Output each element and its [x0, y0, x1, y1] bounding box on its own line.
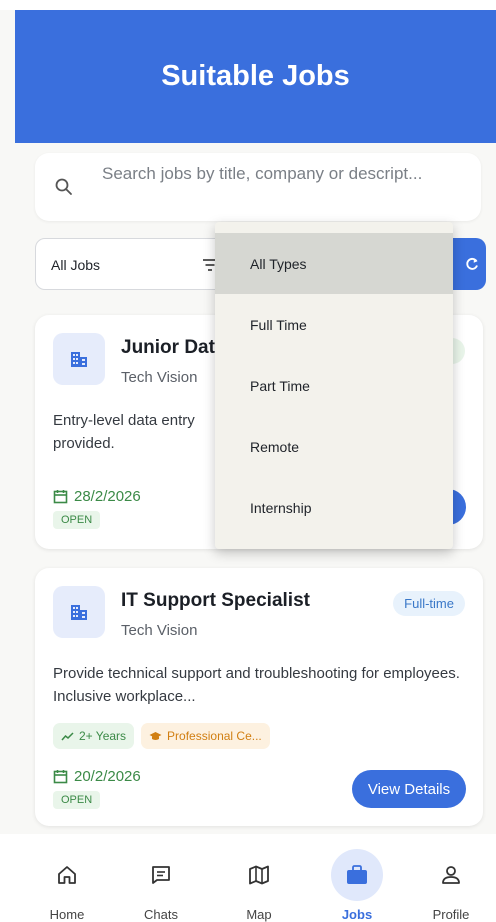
chat-icon-wrap [135, 849, 187, 901]
trending-up-icon [61, 731, 74, 740]
nav-label-chats: Chats [144, 907, 178, 922]
company-logo [53, 586, 105, 638]
profile-icon [442, 866, 460, 884]
home-icon-wrap [41, 849, 93, 901]
experience-tag: 2+ Years [53, 723, 135, 749]
view-details-button[interactable]: View Details [352, 770, 466, 808]
menu-item-part-time[interactable]: Part Time [215, 355, 453, 416]
job-card[interactable]: IT Support Specialist Tech Vision Full-t… [35, 568, 483, 826]
calendar-icon [53, 490, 68, 504]
company-name: Tech Vision [121, 622, 198, 639]
map-icon-wrap [233, 849, 285, 901]
job-description: Entry-level data entry provided. [53, 412, 195, 452]
search-box[interactable]: Search jobs by title, company or descrip… [35, 153, 481, 221]
nav-label-jobs: Jobs [341, 907, 373, 922]
search-input[interactable]: Search jobs by title, company or descrip… [102, 164, 422, 184]
nav-item-jobs[interactable]: Jobs [312, 834, 402, 922]
menu-item-remote[interactable]: Remote [215, 416, 453, 477]
chat-icon [152, 866, 170, 884]
posted-date: 20/2/2026 [53, 768, 141, 785]
menu-item-full-time[interactable]: Full Time [215, 294, 453, 355]
briefcase-icon-wrap [331, 849, 383, 901]
status-badge: OPEN [53, 511, 101, 529]
nav-item-home[interactable]: Home [22, 834, 112, 922]
menu-item-internship[interactable]: Internship [215, 477, 453, 538]
nav-item-profile[interactable]: Profile [406, 834, 496, 922]
certification-tag: Professional Ce... [141, 723, 270, 749]
job-description: Provide technical support and troublesho… [53, 665, 460, 705]
job-title: Junior Dat [121, 337, 215, 358]
posted-date-text: 20/2/2026 [74, 768, 141, 785]
nav-item-chats[interactable]: Chats [116, 834, 206, 922]
refresh-button[interactable] [453, 238, 486, 290]
company-logo [53, 333, 105, 385]
posted-date: 28/2/2026 [53, 488, 141, 505]
building-icon [71, 352, 87, 367]
bottom-nav: Home Chats Map Jobs Profile [0, 834, 496, 922]
job-filter-dropdown[interactable]: All Jobs [35, 238, 225, 290]
nav-label-map: Map [246, 907, 272, 922]
refresh-icon [466, 257, 478, 270]
graduation-cap-icon [149, 732, 162, 740]
status-bar [0, 0, 496, 10]
map-icon [249, 865, 269, 885]
building-icon [71, 605, 87, 620]
search-icon [55, 178, 72, 195]
job-filter-value: All Jobs [51, 257, 101, 273]
status-badge: OPEN [53, 791, 101, 809]
menu-item-all-types[interactable]: All Types [215, 233, 453, 294]
job-tags: 2+ Years Professional Ce... [53, 723, 270, 749]
home-icon [58, 866, 76, 884]
job-type-menu: All Types Full Time Part Time Remote Int… [215, 222, 453, 549]
briefcase-icon [347, 865, 367, 884]
calendar-icon [53, 770, 68, 784]
app-bar: Suitable Jobs [15, 10, 496, 143]
nav-label-profile: Profile [432, 907, 470, 922]
company-name: Tech Vision [121, 369, 198, 386]
nav-label-home: Home [49, 907, 85, 922]
job-title: IT Support Specialist [121, 590, 310, 611]
certification-tag-label: Professional Ce... [167, 729, 262, 743]
profile-icon-wrap [425, 849, 477, 901]
posted-date-text: 28/2/2026 [74, 488, 141, 505]
page-title: Suitable Jobs [161, 60, 350, 92]
experience-tag-label: 2+ Years [79, 729, 127, 743]
nav-item-map[interactable]: Map [214, 834, 304, 922]
job-type-badge: Full-time [393, 591, 465, 616]
